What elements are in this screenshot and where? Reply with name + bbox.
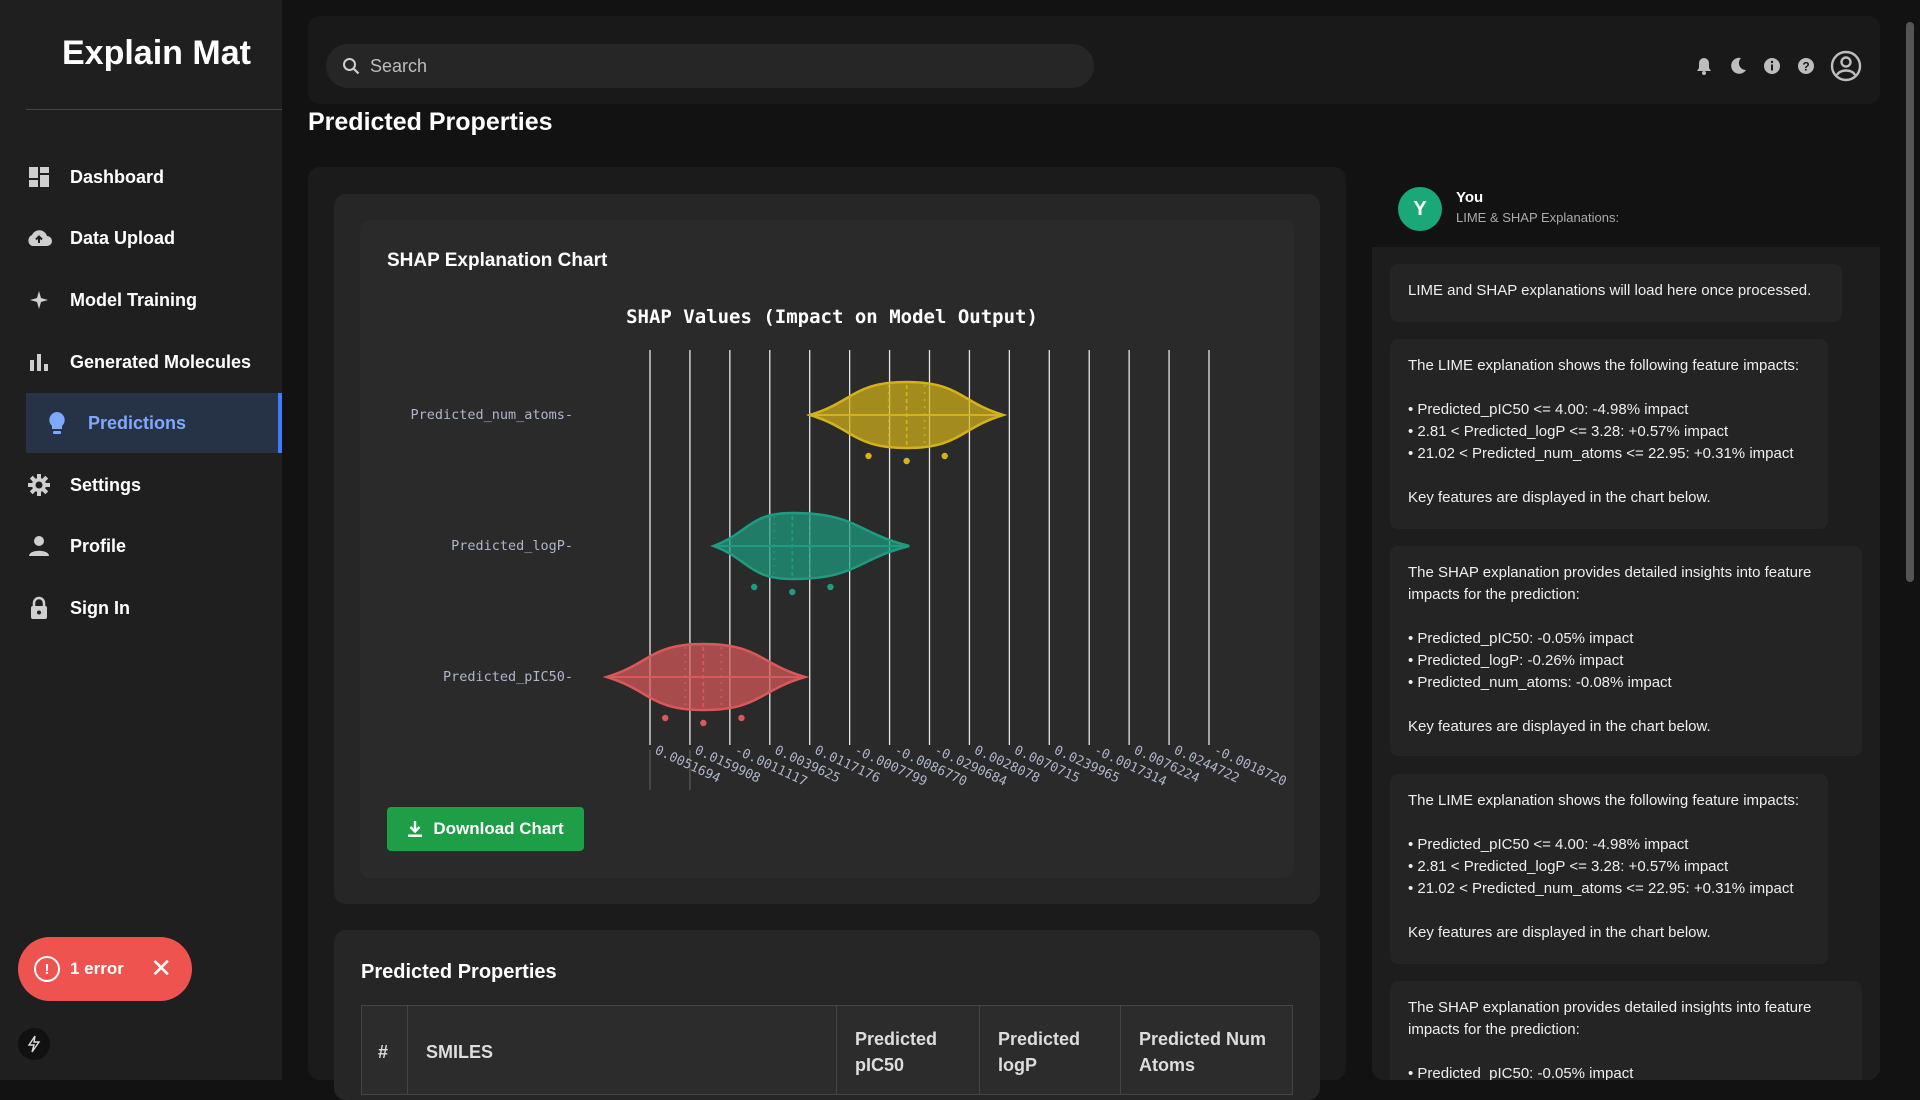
table-header: # SMILES Predicted pIC50 Predicted logP … — [361, 1005, 1293, 1095]
data-point — [700, 719, 707, 727]
data-point — [865, 452, 872, 460]
divider — [26, 109, 282, 110]
bolt-icon[interactable] — [18, 1028, 50, 1060]
info-icon[interactable] — [1762, 56, 1782, 81]
avatar: Y — [1398, 187, 1442, 231]
search-bar[interactable]: Search — [326, 44, 1094, 88]
page-title: Predicted Properties — [308, 108, 553, 136]
lightbulb-icon — [44, 410, 70, 436]
message-bubble: The LIME explanation shows the following… — [1390, 339, 1828, 529]
download-icon — [408, 821, 423, 837]
app-title: Explain Mat — [62, 34, 251, 72]
account-icon[interactable] — [1830, 50, 1862, 87]
data-point — [789, 588, 796, 596]
sidebar-item-dashboard[interactable]: Dashboard — [26, 147, 282, 207]
column-header[interactable]: Predicted pIC50 — [837, 1006, 980, 1094]
moon-icon[interactable] — [1728, 56, 1748, 81]
column-header[interactable]: Predicted logP — [980, 1006, 1121, 1094]
column-header[interactable]: Predicted Num Atoms — [1121, 1006, 1292, 1094]
message-bubble: The LIME explanation shows the following… — [1390, 774, 1828, 964]
person-icon — [26, 533, 52, 559]
sidebar-item-label: Data Upload — [70, 227, 176, 248]
sidebar-item-settings[interactable]: Settings — [26, 455, 282, 515]
explanation-panel: Y You LIME & SHAP Explanations: LIME and… — [1372, 167, 1880, 1080]
category-label: Predicted_logP- — [451, 538, 573, 554]
svg-text:?: ? — [1802, 60, 1809, 74]
sidebar-item-label: Model Training — [70, 289, 198, 310]
chat-user-name: You — [1456, 189, 1484, 206]
sidebar-item-label: Sign In — [70, 597, 130, 618]
data-point — [941, 452, 948, 460]
data-point — [827, 583, 834, 591]
message-bubble: LIME and SHAP explanations will load her… — [1390, 264, 1842, 322]
sidebar: Explain Mat Dashboard Data Upload Model … — [0, 0, 282, 1080]
sidebar-item-label: Generated Molecules — [70, 351, 252, 372]
lock-icon — [26, 595, 52, 621]
sidebar-item-model-training[interactable]: Model Training — [26, 270, 282, 330]
sidebar-item-data-upload[interactable]: Data Upload — [26, 208, 282, 268]
top-bar: Search ? — [308, 16, 1880, 104]
sidebar-item-label: Predictions — [88, 412, 187, 433]
gear-icon — [26, 472, 52, 498]
sidebar-item-label: Settings — [70, 474, 142, 495]
bar-chart-icon — [26, 349, 52, 375]
sidebar-item-sign-in[interactable]: Sign In — [26, 578, 282, 638]
data-point — [662, 714, 669, 722]
sidebar-item-profile[interactable]: Profile — [26, 516, 282, 576]
x-tick-labels: 0.00516940.0159908-0.00111170.00396250.0… — [652, 743, 1287, 790]
category-labels: Predicted_num_atoms- Predicted_logP- Predi… — [410, 407, 573, 685]
shap-violin-chart: SHAP Values (Impact on Model Output) Pre… — [410, 306, 1287, 790]
download-label: Download Chart — [433, 819, 564, 838]
sidebar-item-label: Dashboard — [70, 166, 165, 187]
chat-subtitle: LIME & SHAP Explanations: — [1456, 210, 1620, 225]
data-point — [903, 457, 910, 465]
sparkle-icon — [26, 287, 52, 313]
category-label: Predicted_pIC50- — [443, 669, 573, 685]
message-bubble: The SHAP explanation provides detailed i… — [1390, 981, 1862, 1080]
help-icon[interactable]: ? — [1796, 56, 1816, 81]
sidebar-item-label: Profile — [70, 535, 127, 556]
bell-icon[interactable] — [1694, 56, 1714, 81]
search-input[interactable]: Search — [370, 56, 427, 77]
table-title: Predicted Properties — [361, 961, 557, 983]
violins — [602, 380, 1008, 727]
data-point — [750, 583, 758, 591]
error-count: 1 error — [70, 959, 124, 978]
download-chart-button[interactable]: Download Chart — [387, 807, 584, 851]
alert-icon: ! — [34, 956, 60, 982]
category-label: Predicted_num_atoms- — [410, 407, 573, 423]
column-header[interactable]: # — [362, 1006, 408, 1094]
column-header[interactable]: SMILES — [408, 1006, 837, 1094]
close-icon[interactable]: ✕ — [150, 954, 172, 982]
scrollbar[interactable] — [1906, 22, 1914, 582]
chart-card-title: SHAP Explanation Chart — [387, 250, 608, 271]
error-toast[interactable]: ! 1 error ✕ — [18, 937, 192, 1001]
message-bubble: The SHAP explanation provides detailed i… — [1390, 546, 1862, 756]
chart-title: SHAP Values (Impact on Model Output) — [626, 306, 1038, 328]
top-icons: ? — [1694, 50, 1862, 87]
cloud-upload-icon — [26, 225, 52, 251]
search-icon — [343, 58, 360, 75]
sidebar-item-predictions[interactable]: Predictions — [26, 393, 282, 453]
chat-header: Y You LIME & SHAP Explanations: — [1372, 167, 1880, 247]
dashboard-icon — [26, 164, 52, 190]
sidebar-item-generated-molecules[interactable]: Generated Molecules — [26, 332, 282, 392]
data-point — [738, 714, 745, 722]
